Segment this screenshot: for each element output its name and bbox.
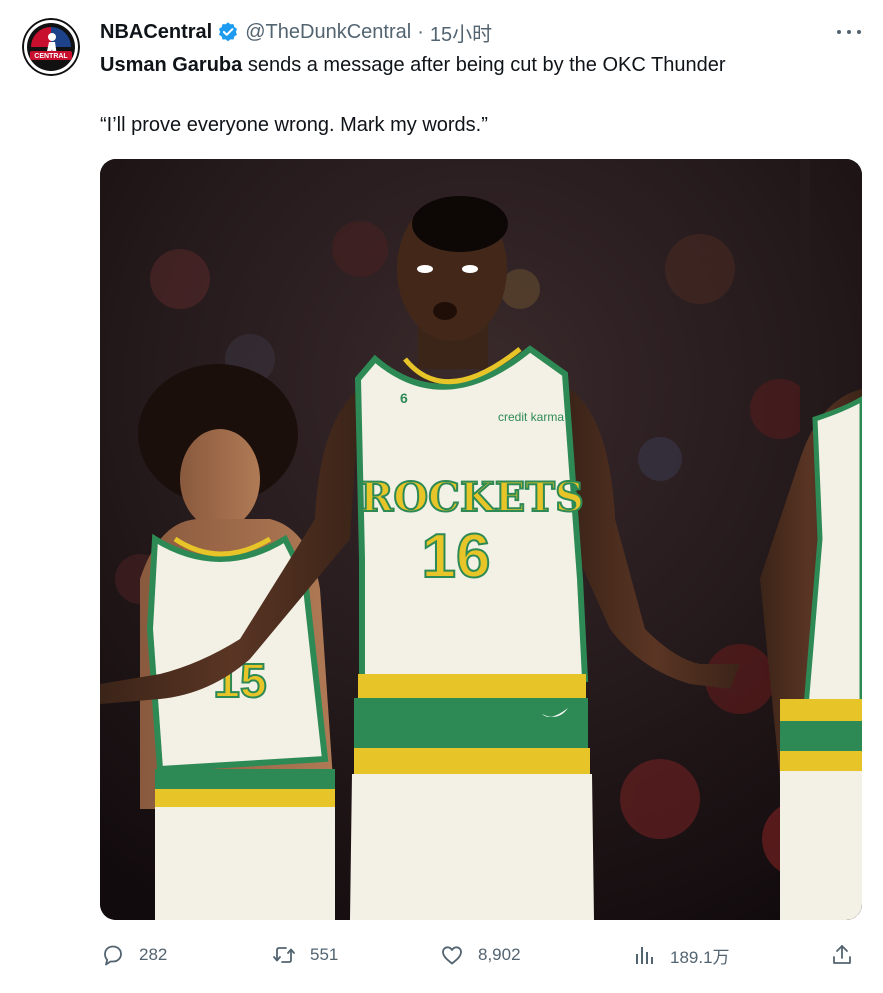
verified-icon [219, 22, 238, 42]
more-icon[interactable] [837, 22, 861, 42]
share-icon [833, 945, 851, 964]
tweet-quote: “I’ll prove everyone wrong. Mark my word… [100, 114, 488, 136]
reply-count: 282 [139, 945, 168, 964]
tweet-header: NBACentral @TheDunkCentral · 15小时 [100, 18, 492, 46]
like-icon [442, 946, 462, 965]
reply-icon [104, 945, 122, 966]
views-button[interactable]: 189.1万 [632, 935, 730, 975]
like-button[interactable]: 8,902 [440, 935, 521, 975]
jersey-patch: 6 [400, 390, 408, 406]
author-handle[interactable]: @TheDunkCentral [245, 21, 411, 44]
author-avatar[interactable]: CENTRAL [22, 18, 80, 76]
views-icon [636, 947, 653, 964]
tweet-text: sends a message after being cut by the O… [242, 54, 726, 76]
reply-button[interactable]: 282 [101, 935, 167, 975]
views-count: 189.1万 [670, 947, 730, 967]
avatar-text: CENTRAL [34, 53, 68, 60]
like-count: 8,902 [478, 945, 521, 964]
author-display-name[interactable]: NBACentral [100, 21, 212, 44]
jersey-wordmark: ROCKETS [360, 474, 584, 521]
action-bar: 282 551 8,902 189.1万 [0, 935, 883, 975]
tweet-photo[interactable]: 15 6 credit karma ROCKETS 16 [100, 159, 862, 920]
share-button[interactable] [830, 935, 854, 975]
retweet-count: 551 [310, 945, 339, 964]
tweet[interactable]: CENTRAL NBACentral @TheDunkCentral · 15小… [0, 0, 883, 993]
timestamp[interactable]: 15小时 [430, 18, 492, 47]
separator-dot: · [417, 20, 424, 43]
retweet-icon [273, 947, 295, 963]
retweet-button[interactable]: 551 [272, 935, 338, 975]
jersey-sponsor: credit karma [498, 410, 564, 424]
tweet-text-line: Usman Garuba sends a message after being… [100, 52, 726, 78]
jersey-number: 16 [422, 522, 491, 591]
mention-name: Usman Garuba [100, 54, 243, 76]
